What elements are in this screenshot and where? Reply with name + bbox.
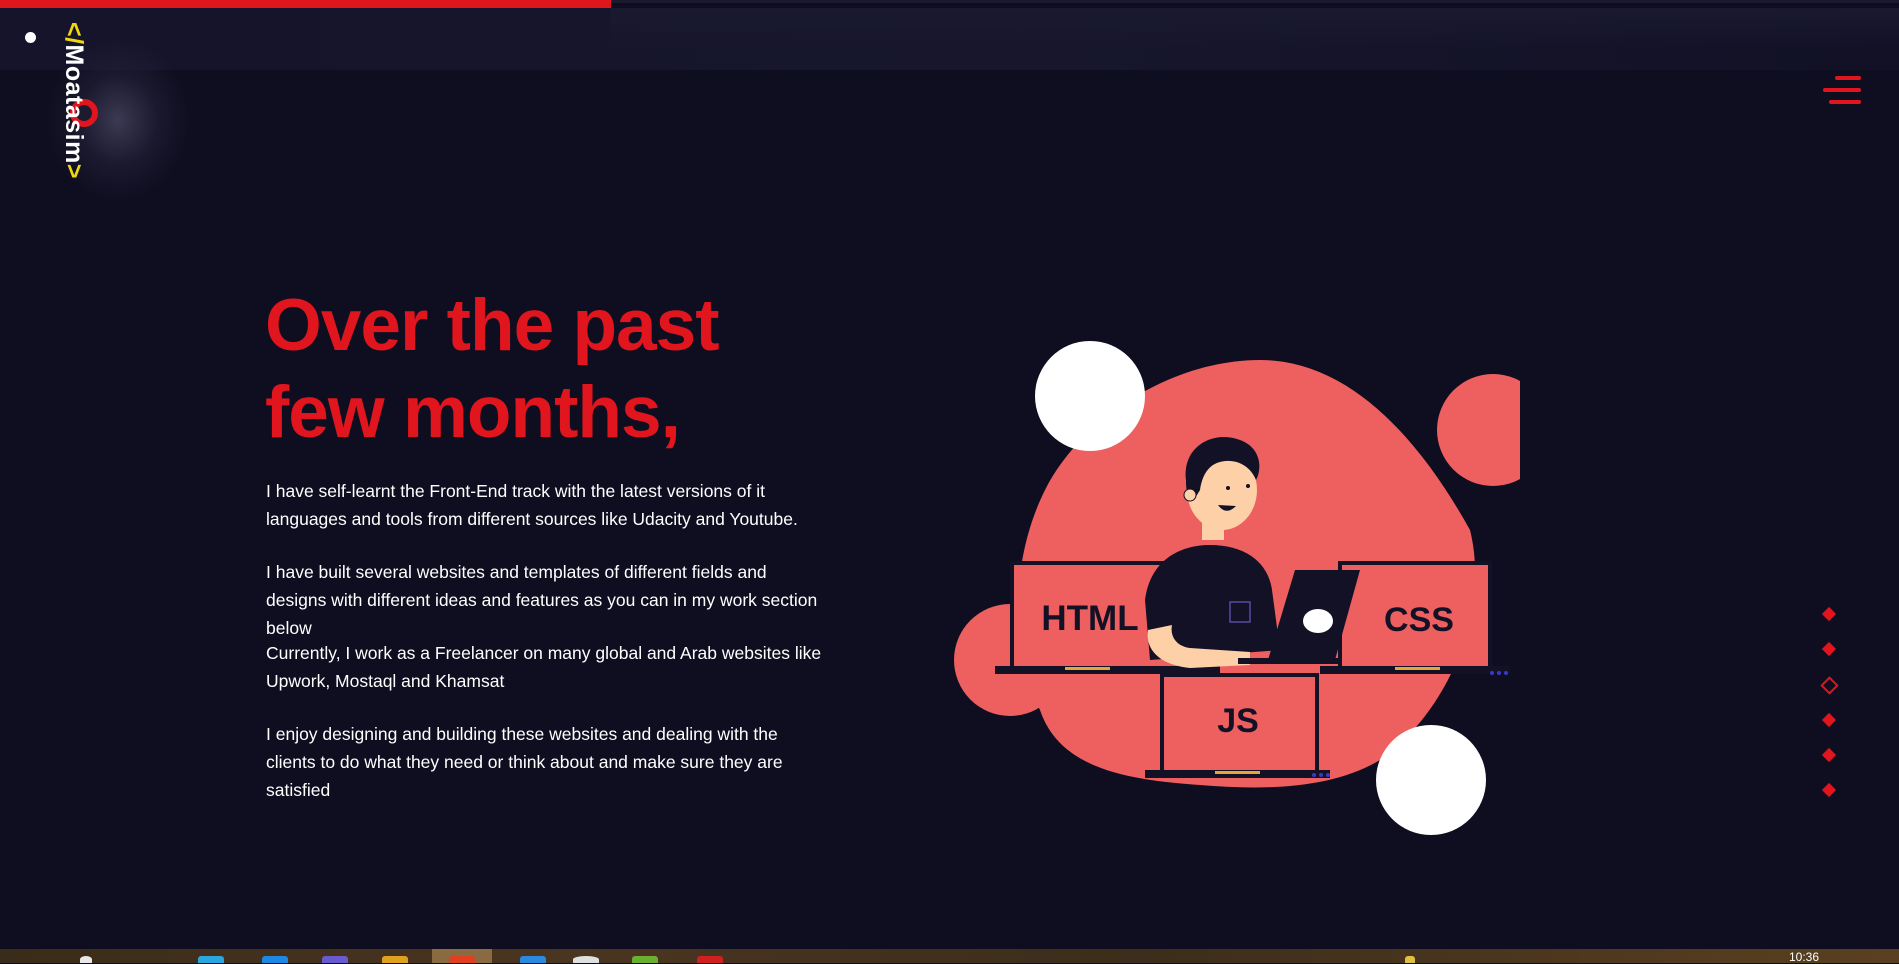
hamburger-menu-icon[interactable] (1823, 76, 1861, 106)
logo-open-bracket: </ (60, 22, 88, 45)
section-nav-dot-active[interactable] (1820, 676, 1839, 695)
browser-icon[interactable] (449, 956, 475, 963)
cursor-dot (25, 32, 36, 43)
app-icon[interactable] (520, 956, 546, 963)
about-paragraph: I have self-learnt the Front-End track w… (266, 481, 798, 529)
site-logo[interactable]: </Moatasim> (59, 22, 88, 179)
folder-icon[interactable] (382, 956, 408, 963)
header-shade (610, 8, 1899, 48)
menu-line (1829, 100, 1861, 104)
hero-headline: Over the past few months, (265, 282, 720, 456)
css-label: CSS (1384, 601, 1454, 639)
taskbar-clock: 10:36 (1789, 950, 1820, 964)
section-nav-dot[interactable] (1821, 606, 1837, 622)
decor-circle (1035, 341, 1145, 451)
about-paragraph: I enjoy designing and building these web… (266, 724, 783, 800)
logo-name: Moatasim (60, 44, 88, 164)
headline-line-2: few months, (265, 372, 681, 453)
js-label: JS (1217, 702, 1259, 740)
scroll-progress-bar (0, 0, 612, 8)
app-icon[interactable] (322, 956, 348, 963)
menu-line (1823, 88, 1861, 92)
section-nav-dot[interactable] (1821, 782, 1837, 798)
html-label: HTML (1041, 599, 1138, 638)
app-icon[interactable] (262, 956, 288, 963)
logo-close-bracket: > (60, 163, 88, 179)
headline-line-1: Over the past (265, 285, 720, 366)
section-nav-dot[interactable] (1821, 712, 1837, 728)
about-paragraph: I have built several websites and templa… (266, 562, 818, 638)
taskview-icon[interactable] (198, 956, 224, 963)
decor-circle (1437, 374, 1520, 486)
section-nav-dot[interactable] (1821, 747, 1837, 763)
app-icon[interactable] (573, 956, 599, 963)
about-paragraph: Currently, I work as a Freelancer on man… (266, 643, 822, 691)
section-nav-dot[interactable] (1821, 641, 1837, 657)
section-nav (1820, 606, 1839, 801)
developer-illustration: HTML CSS JS (954, 341, 1520, 835)
search-icon[interactable] (80, 956, 92, 963)
menu-line (1835, 76, 1861, 80)
tray-icon[interactable] (1405, 956, 1415, 963)
app-icon[interactable] (632, 956, 658, 963)
decor-circle (1376, 725, 1486, 835)
app-icon[interactable] (697, 956, 723, 963)
